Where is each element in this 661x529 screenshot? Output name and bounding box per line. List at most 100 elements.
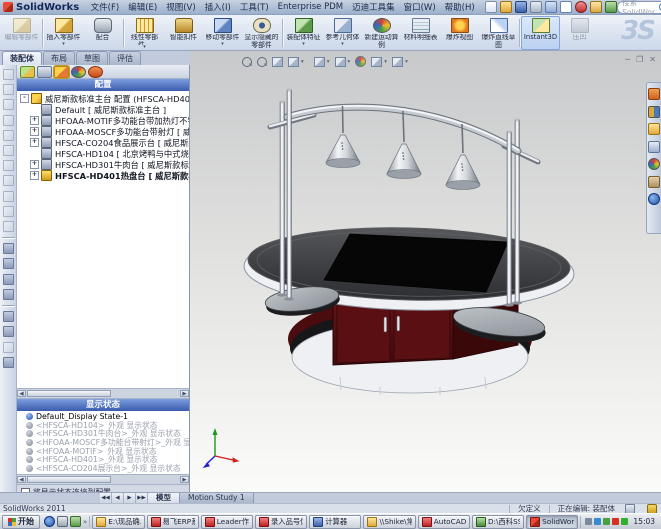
dimxpert-tab-icon[interactable] [88,66,103,78]
rebuild-icon[interactable] [605,1,617,13]
toolbar-icon[interactable] [3,84,14,95]
tab-evaluate[interactable]: 评估 [109,51,141,65]
update-tray-icon[interactable] [621,518,628,525]
apply-scene-icon[interactable] [392,57,403,67]
toolbar-icon[interactable] [3,342,14,353]
network-tray-icon[interactable] [594,518,601,525]
display-state-item[interactable]: <HFOAA-MOSCF多功能台带射灯>_外观 显 [17,438,189,447]
dropdown-caret-icon[interactable]: ▾ [327,59,330,65]
drive-works-icon[interactable] [648,193,660,205]
doc-close-button[interactable]: ✕ [649,55,656,64]
custom-properties-icon[interactable] [648,176,660,188]
menu-window[interactable]: 窗口(W) [399,1,440,13]
taskbar-window-calculator[interactable]: 计算器 [309,515,361,529]
doc-minimize-button[interactable]: ─ [625,55,630,64]
quick-tips-icon[interactable] [647,504,657,514]
toolbar-icon[interactable] [3,69,14,80]
toolbar-icon[interactable] [3,99,14,110]
fastener-icon[interactable] [3,326,14,337]
fastener-icon[interactable] [3,258,14,269]
appearance-icon[interactable] [575,1,587,13]
display-style-icon[interactable] [335,57,346,67]
appearances-tab-icon[interactable] [71,66,86,78]
expand-icon[interactable]: + [30,116,39,125]
scroll-thumb[interactable] [27,390,111,397]
search-results-icon[interactable] [648,141,660,153]
config-tree-item[interactable]: + HFSCA-HD301牛肉台 [ 威尼斯款标准 [17,159,189,170]
dropdown-caret-icon[interactable]: ▾ [302,42,305,47]
mate-button[interactable]: 配合 [83,16,122,50]
config-tree-root[interactable]: - 威尼斯款标准主台 配置 (HFSCA-HD401 [17,93,189,104]
dropdown-caret-icon[interactable]: ▾ [341,42,344,47]
media-player-icon[interactable] [70,516,81,527]
save-icon[interactable] [515,1,527,13]
menu-maidi-tools[interactable]: 迈迪工具集 [348,1,400,13]
cabinet-door-left[interactable] [337,302,390,363]
fastener-icon[interactable] [3,274,14,285]
reference-geometry-button[interactable]: 参考几何体 ▾ [323,16,362,50]
toolbar-icon[interactable] [3,357,14,368]
display-state-item[interactable]: <HFSCA-CO204展示台>_外观 显示状态 [17,464,189,473]
graphics-viewport[interactable]: ▾ ▾ ▾ ▾ ▾ ─ ❐ ✕ [190,51,661,492]
config-horizontal-scrollbar[interactable]: ◀ ▶ [17,388,189,399]
tab-model[interactable]: 模型 [148,493,180,503]
toolbar-icon[interactable] [3,221,14,232]
display-state-item[interactable]: <HFSCA-HD301牛肉台>_外观 显示状态 [17,429,189,438]
taskbar-window-data-folder[interactable]: D:\西科SST... [472,515,524,529]
menu-help[interactable]: 帮助(H) [440,1,479,13]
zoom-to-fit-icon[interactable] [242,57,252,67]
tab-assembly[interactable]: 装配体 [2,51,42,65]
taskbar-window-autocad[interactable]: AutoCAD 20... [418,515,470,529]
zoom-to-area-icon[interactable] [257,57,267,67]
toolbar-icon[interactable] [3,175,14,186]
config-tree-item-active[interactable]: + HFSCA-HD401热盘台 [ 威尼斯款标准 [17,170,189,181]
exploded-view-button[interactable]: 爆炸视图 [440,16,479,50]
doc-restore-button[interactable]: ❐ [636,55,643,64]
new-motion-study-button[interactable]: 新建运动算例 [362,16,401,50]
tab-motion-study[interactable]: Motion Study 1 [180,493,254,503]
menu-enterprise-pdm[interactable]: Enterprise PDM [273,2,347,12]
menu-view[interactable]: 视图(V) [162,1,200,13]
dropdown-caret-icon[interactable]: ▾ [143,45,146,50]
taskbar-window-entry[interactable]: 录入品号信... [255,515,307,529]
undo-icon[interactable] [545,1,557,13]
tab-sketch[interactable]: 草图 [76,51,108,65]
toolbar-icon[interactable] [3,160,14,171]
view-orientation-icon[interactable] [314,57,325,67]
status-help-icon[interactable] [625,504,635,514]
toolbar-icon[interactable] [3,206,14,217]
scroll-track[interactable] [27,476,179,483]
appearances-scenes-icon[interactable] [648,158,660,170]
taskbar-window-solidworks[interactable]: SolidWorks... [526,515,578,529]
show-hidden-components-button[interactable]: 显示隐藏的零部件 [242,16,281,50]
config-tree-item[interactable]: + HFSCA-CO204食品展示台 [ 威尼斯款 [17,137,189,148]
options-folder-icon[interactable] [590,1,602,13]
quick-launch-overflow-icon[interactable]: » [83,518,87,526]
linear-component-pattern-button[interactable]: 线性零部件... ▾ [125,16,164,50]
hide-show-items-icon[interactable] [371,57,382,67]
dropdown-caret-icon[interactable]: ▾ [301,59,304,65]
expand-icon[interactable]: + [30,171,39,180]
solidworks-resources-icon[interactable] [648,88,660,100]
tab-layout[interactable]: 布局 [43,51,75,65]
volume-tray-icon[interactable] [603,518,610,525]
config-tree-item[interactable]: Default [ 威尼斯款标准主台 ] [17,104,189,115]
feature-manager-tab-icon[interactable] [20,66,35,78]
insert-components-button[interactable]: 插入零部件 ▾ [44,16,83,50]
fastener-icon[interactable] [3,289,14,300]
dropdown-caret-icon[interactable]: ▾ [221,42,224,47]
scroll-left-icon[interactable]: ◀ [17,390,26,397]
menu-tools[interactable]: 工具(T) [235,1,273,13]
instant3d-button[interactable]: Instant3D [521,16,560,50]
expand-icon[interactable]: + [30,160,39,169]
toolbar-icon[interactable] [3,130,14,141]
edit-component-button[interactable]: 编辑零部件 [2,16,41,50]
toolbar-icon[interactable] [3,145,14,156]
expand-icon[interactable]: + [30,138,39,147]
print-icon[interactable] [530,1,542,13]
assembly-features-button[interactable]: 装配体特征 ▾ [284,16,323,50]
next-tab-icon[interactable]: ▶ [124,493,136,503]
taskbar-window-explorer[interactable]: E:\现品确... [92,515,144,529]
search-box[interactable]: 搜索 SolidWor [617,1,661,14]
file-explorer-icon[interactable] [648,123,660,135]
